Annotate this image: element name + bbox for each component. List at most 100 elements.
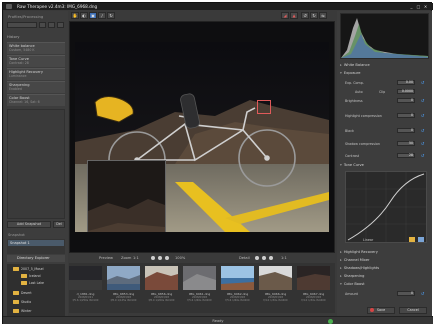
- param-label: Brightness: [345, 98, 363, 103]
- thumbnail-image: [183, 266, 216, 290]
- folder-label[interactable]: Studio: [21, 300, 31, 304]
- directory-tree[interactable]: 2007_5_Mosel Iceland Lost Lake Desert St…: [7, 264, 65, 318]
- reset-icon[interactable]: ↺: [420, 113, 425, 118]
- image-editor-area[interactable]: [69, 21, 335, 253]
- shadows-highlights-section[interactable]: ▸ Shadows/Highlights: [340, 266, 429, 272]
- thumbnail[interactable]: [221, 266, 254, 290]
- history-item-value: Enabled: [9, 87, 22, 91]
- reset-icon[interactable]: ↺: [420, 98, 425, 103]
- directory-explorer-header[interactable]: Directory Explorer: [7, 255, 65, 262]
- thumbnail-exif: f/5.6 1/60s ISO200: [187, 299, 212, 302]
- thumbnail[interactable]: [69, 266, 102, 290]
- tone-curve-section[interactable]: ▾ Tone Curve: [340, 163, 429, 169]
- maximize-button[interactable]: □: [416, 4, 421, 9]
- save-curve-icon[interactable]: [418, 237, 424, 242]
- delete-snapshot-button[interactable]: Del: [53, 221, 65, 228]
- reset-icon[interactable]: ↺: [420, 291, 425, 296]
- reset-icon[interactable]: ↺: [420, 153, 425, 158]
- add-snapshot-button[interactable]: Add Snapshot: [7, 221, 51, 228]
- snapshot-item[interactable]: Snapshot 1: [8, 240, 64, 246]
- rotate-icon[interactable]: ↻: [107, 12, 115, 19]
- zoom-in-icon[interactable]: [165, 256, 169, 260]
- color-boost-section[interactable]: ▾ Color Boost: [340, 282, 429, 288]
- rotate-right-icon[interactable]: ↻: [310, 12, 318, 19]
- param-value[interactable]: 0.00: [397, 80, 415, 85]
- expander-icon: ▸: [340, 258, 342, 262]
- zoom-out-icon[interactable]: [151, 256, 155, 260]
- history-item[interactable]: Color Boost Channel: 16, Sat: 6: [7, 94, 65, 106]
- history-item[interactable]: Highlight Recovery Luminance: [7, 68, 65, 80]
- detail-zoom-fit-icon[interactable]: [262, 256, 266, 260]
- reset-icon[interactable]: ↺: [420, 141, 425, 146]
- param-value[interactable]: 0: [397, 98, 415, 103]
- detail-zoom-out-icon[interactable]: [255, 256, 259, 260]
- preview-label: Preview: [99, 255, 113, 260]
- param-value[interactable]: 0: [397, 128, 415, 133]
- cancel-button[interactable]: Cancel: [399, 307, 427, 314]
- open-curve-icon[interactable]: [409, 237, 415, 242]
- thumbnail[interactable]: [145, 266, 178, 290]
- param-value[interactable]: 0: [397, 291, 415, 296]
- folder-label[interactable]: Winter: [21, 309, 32, 313]
- channel-mixer-section[interactable]: ▸ Channel Mixer: [340, 258, 429, 264]
- detail-frame[interactable]: [257, 100, 271, 114]
- profile-dropdown[interactable]: [7, 22, 37, 28]
- clip-value[interactable]: 0.0000: [397, 89, 415, 94]
- exposure-section[interactable]: ▾ Exposure: [340, 71, 429, 77]
- shadow-clip-icon[interactable]: ◢: [281, 12, 289, 19]
- thumbnail[interactable]: [259, 266, 292, 290]
- hand-tool-icon[interactable]: ✋: [71, 12, 79, 19]
- param-value[interactable]: 50: [397, 141, 415, 146]
- thumbnail-exif: f/5.6 1/60s ISO200: [225, 299, 250, 302]
- folder-label[interactable]: Desert: [21, 291, 32, 295]
- folder-label[interactable]: Iceland: [29, 274, 41, 278]
- zoom-value[interactable]: 1:1: [133, 256, 139, 260]
- copy-profile-button[interactable]: [57, 22, 64, 28]
- black-row: Black 0 ↺: [345, 128, 429, 134]
- thumbnail[interactable]: [107, 266, 140, 290]
- param-label: Contrast: [345, 153, 360, 158]
- zoom-fit-icon[interactable]: [158, 256, 162, 260]
- folder-icon: [21, 281, 27, 285]
- thumbnail-exif: f/4.0 1/30s ISO400: [263, 299, 288, 302]
- crop-tool-icon[interactable]: ▣: [89, 12, 97, 19]
- thumbnail[interactable]: [183, 266, 216, 290]
- folder-label[interactable]: 2007_5_Mosel: [21, 267, 44, 271]
- thumbnail[interactable]: [297, 266, 330, 290]
- load-profile-button[interactable]: [39, 22, 46, 28]
- app-icon: [6, 4, 12, 9]
- folder-label[interactable]: Lost Lake: [29, 281, 44, 285]
- directory-panel: Directory Explorer 2007_5_Mosel Iceland …: [4, 254, 68, 320]
- folder-icon: [13, 300, 19, 304]
- white-balance-picker-icon[interactable]: ◐: [80, 12, 88, 19]
- thumbnail-image: [145, 266, 178, 290]
- expander-icon: ▸: [340, 250, 342, 254]
- tone-curve-editor[interactable]: [345, 171, 427, 243]
- history-item[interactable]: White balance Custom, 5480 K: [7, 42, 65, 54]
- reset-icon[interactable]: ↺: [420, 80, 425, 85]
- detail-zoom-in-icon[interactable]: [269, 256, 273, 260]
- folder-icon: [13, 267, 19, 271]
- auto-label[interactable]: Auto: [355, 90, 363, 94]
- history-item[interactable]: Sharpening Enabled: [7, 81, 65, 93]
- section-label: Shadows/Highlights: [343, 266, 380, 270]
- expander-icon: ▾: [340, 163, 342, 167]
- flip-icon[interactable]: ⇋: [319, 12, 327, 19]
- rotate-left-icon[interactable]: ↺: [301, 12, 309, 19]
- param-value[interactable]: 28: [397, 153, 415, 158]
- sharpening-section[interactable]: ▸ Sharpening: [340, 274, 429, 280]
- clip-label: Clip: [379, 89, 386, 94]
- highlight-recovery-section[interactable]: ▸ Highlight Recovery: [340, 250, 429, 256]
- straighten-tool-icon[interactable]: ∕: [98, 12, 106, 19]
- param-value[interactable]: 0: [397, 113, 415, 118]
- thumbnail-exif: f/4.0 1/30s ISO400: [301, 299, 326, 302]
- reset-icon[interactable]: ↺: [420, 128, 425, 133]
- thumbnail-image: [297, 266, 330, 290]
- white-balance-section[interactable]: ▸ White Balance: [340, 63, 429, 69]
- close-button[interactable]: ✕: [423, 4, 428, 9]
- highlight-clip-icon[interactable]: ▲: [290, 12, 298, 19]
- curve-type-label[interactable]: Linear: [363, 238, 373, 242]
- save-profile-button[interactable]: [48, 22, 55, 28]
- history-item[interactable]: Tone Curve Contrast: 28: [7, 55, 65, 67]
- minimize-button[interactable]: _: [409, 4, 414, 9]
